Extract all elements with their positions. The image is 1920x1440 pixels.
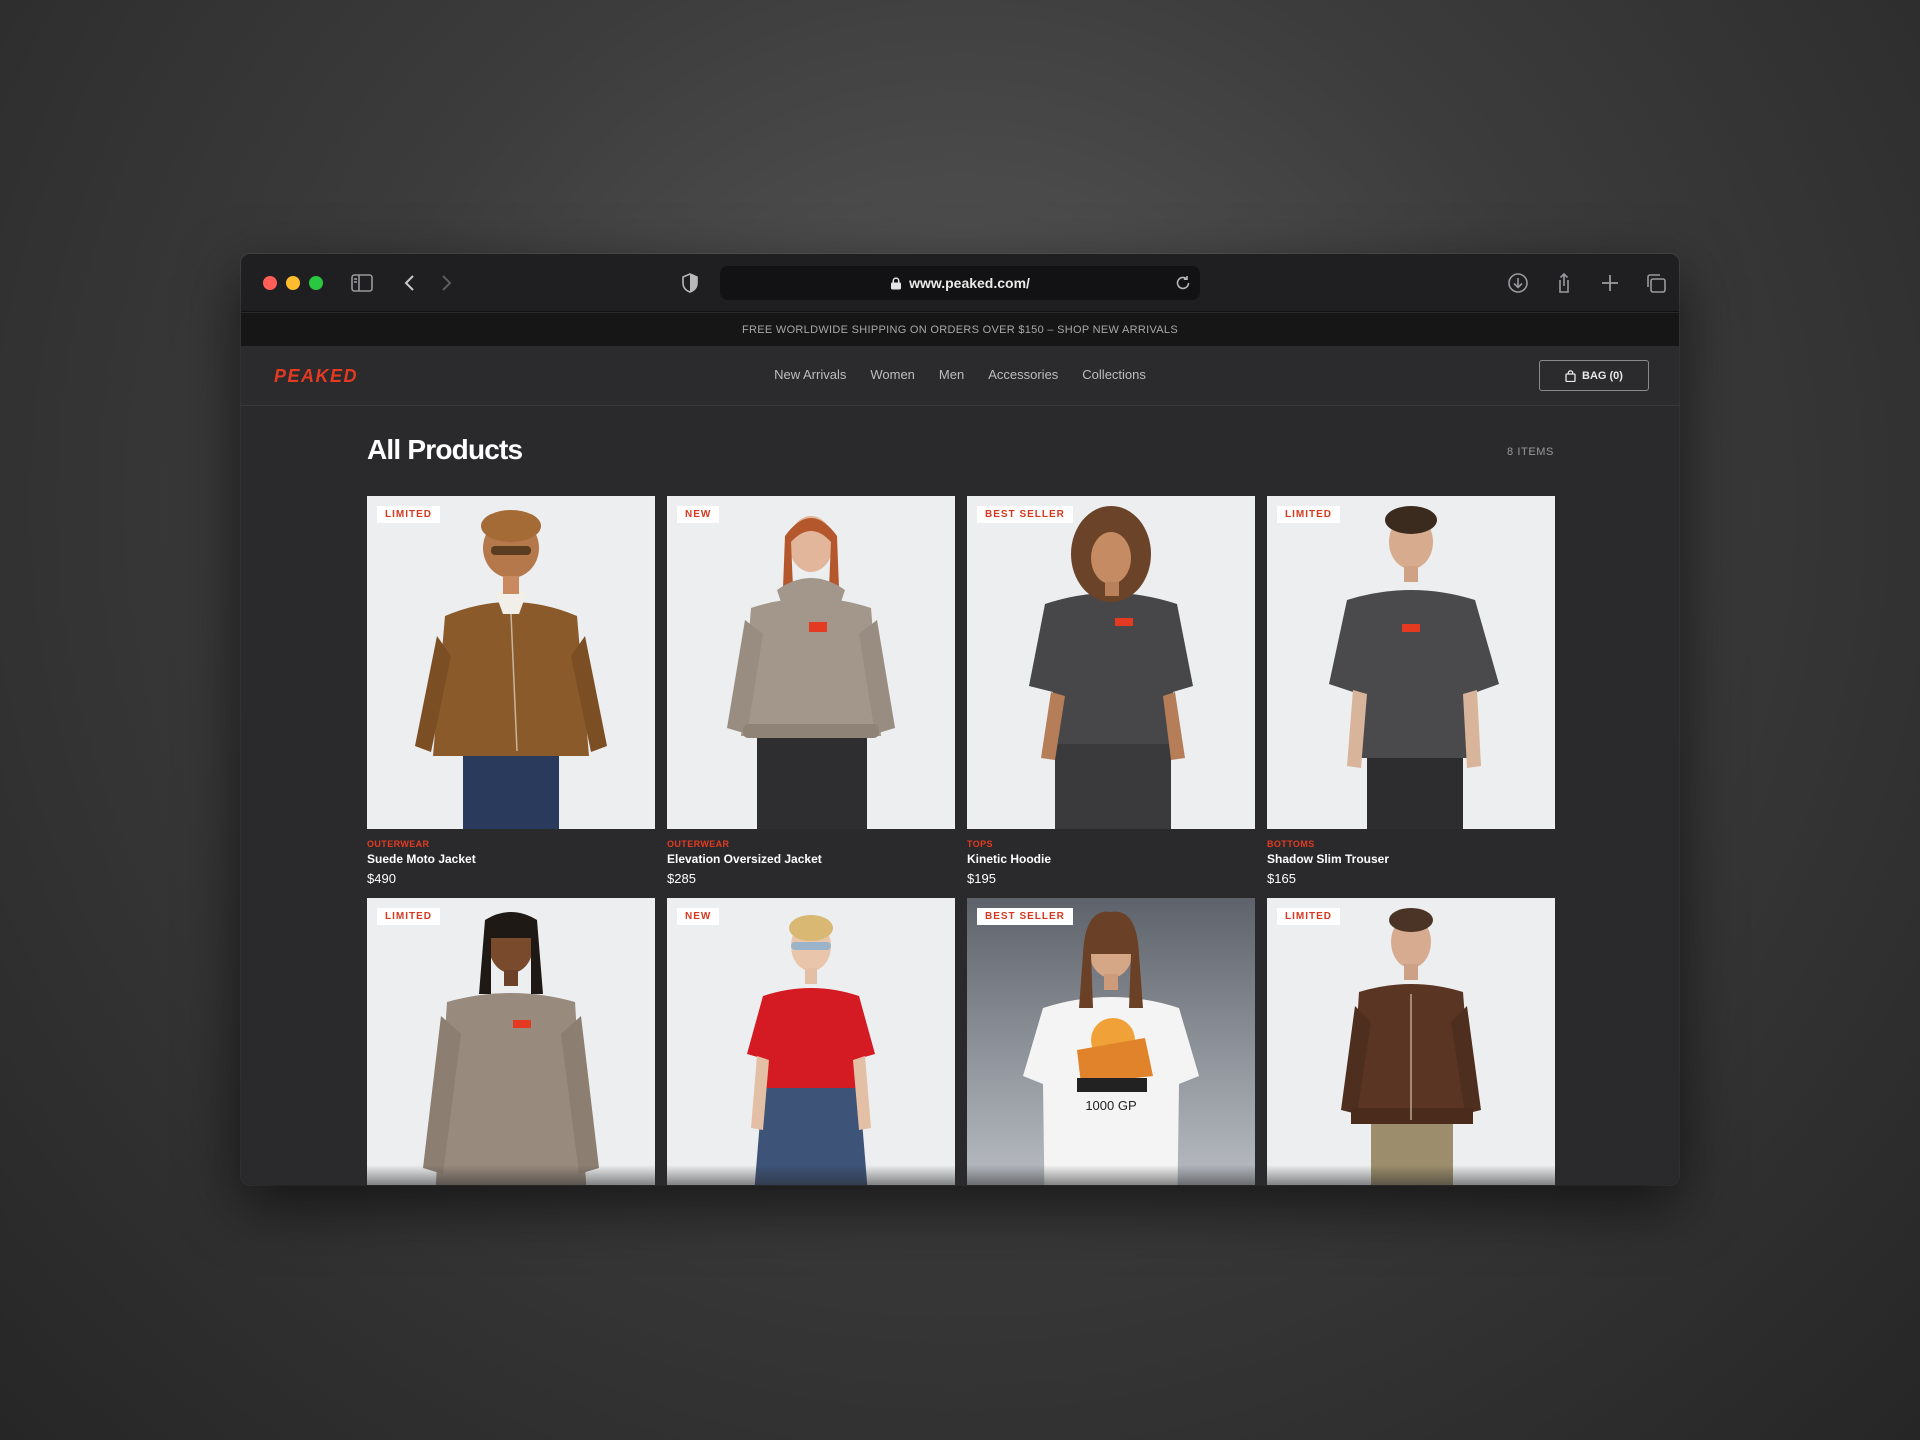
product-badge: NEW: [677, 506, 720, 523]
product-card[interactable]: BEST SELLER TOPS Kinetic Hoodie $195: [967, 496, 1255, 886]
product-listing: All Products 8 ITEMS LIMITED OUTERWEAR S…: [241, 406, 1679, 1185]
tab-overview-icon[interactable]: [1644, 272, 1668, 294]
sweatshirt-model-figure: [367, 898, 655, 1185]
product-name[interactable]: Kinetic Hoodie: [967, 852, 1255, 866]
jacket-model-figure: [367, 496, 655, 829]
address-bar[interactable]: www.peaked.com/: [720, 266, 1200, 300]
leather-jacket-model-figure: [1267, 898, 1555, 1185]
nav-new-arrivals[interactable]: New Arrivals: [774, 367, 846, 382]
forward-arrow-icon[interactable]: [434, 272, 458, 294]
product-badge: LIMITED: [1277, 908, 1340, 925]
main-nav: New Arrivals Women Men Accessories Colle…: [241, 367, 1679, 382]
item-count: 8 ITEMS: [1507, 446, 1554, 458]
product-card[interactable]: LIMITED BOTTOMS Shadow Slim Trouser $165: [1267, 496, 1555, 886]
share-icon[interactable]: [1552, 272, 1576, 294]
product-category: OUTERWEAR: [667, 839, 730, 849]
product-image[interactable]: LIMITED: [1267, 496, 1555, 829]
product-image[interactable]: NEW: [667, 898, 955, 1185]
product-card[interactable]: LIMITED OUTERWEAR Suede Moto Jacket $490: [367, 496, 655, 886]
product-badge: LIMITED: [377, 908, 440, 925]
hoodie-model-figure: [667, 496, 955, 829]
product-price: $490: [367, 871, 396, 886]
product-image[interactable]: NEW: [667, 496, 955, 829]
new-tab-icon[interactable]: [1598, 272, 1622, 294]
nav-women[interactable]: Women: [870, 367, 915, 382]
product-image[interactable]: LIMITED: [367, 496, 655, 829]
page-title: All Products: [367, 434, 523, 465]
bag-icon: [1565, 369, 1576, 382]
product-price: $165: [1267, 871, 1296, 886]
bag-button[interactable]: BAG (0): [1539, 360, 1649, 391]
reload-icon[interactable]: [1174, 274, 1192, 292]
product-card[interactable]: LIMITED: [1267, 898, 1555, 1185]
product-badge: LIMITED: [1277, 506, 1340, 523]
privacy-shield-icon[interactable]: [678, 272, 702, 294]
product-image[interactable]: BEST SELLER: [967, 496, 1255, 829]
nav-collections[interactable]: Collections: [1082, 367, 1146, 382]
downloads-icon[interactable]: [1506, 272, 1530, 294]
url-text: www.peaked.com/: [909, 275, 1030, 291]
product-name[interactable]: Suede Moto Jacket: [367, 852, 655, 866]
bag-label: BAG (0): [1582, 369, 1623, 382]
product-card[interactable]: NEW: [667, 898, 955, 1185]
minimize-window-button[interactable]: [286, 276, 300, 290]
close-window-button[interactable]: [263, 276, 277, 290]
lock-icon: [891, 276, 902, 289]
product-category: TOPS: [967, 839, 993, 849]
browser-window: www.peaked.com/ FREE WORLDWIDE SHIPPING …: [241, 254, 1679, 1185]
browser-toolbar: www.peaked.com/: [241, 254, 1679, 312]
sidebar-toggle-icon[interactable]: [350, 272, 374, 294]
product-image[interactable]: LIMITED: [367, 898, 655, 1185]
product-card[interactable]: NEW OUTERWEAR Elevation Oversized Jacket…: [667, 496, 955, 886]
product-card[interactable]: LIMITED: [367, 898, 655, 1185]
product-image[interactable]: 1000 GP BEST SELLER: [967, 898, 1255, 1185]
trouser-model-figure: [1267, 496, 1555, 829]
nav-accessories[interactable]: Accessories: [988, 367, 1058, 382]
product-category: BOTTOMS: [1267, 839, 1315, 849]
product-badge: NEW: [677, 908, 720, 925]
zoom-window-button[interactable]: [309, 276, 323, 290]
product-price: $285: [667, 871, 696, 886]
product-price: $195: [967, 871, 996, 886]
crop-tee-model-figure: [667, 898, 955, 1185]
product-name[interactable]: Shadow Slim Trouser: [1267, 852, 1555, 866]
product-category: OUTERWEAR: [367, 839, 430, 849]
product-name[interactable]: Elevation Oversized Jacket: [667, 852, 955, 866]
product-card[interactable]: 1000 GP BEST SELLER: [967, 898, 1255, 1185]
graphic-tee-model-figure: 1000 GP: [967, 898, 1255, 1185]
announcement-bar: FREE WORLDWIDE SHIPPING ON ORDERS OVER $…: [241, 313, 1679, 346]
back-arrow-icon[interactable]: [398, 272, 422, 294]
product-image[interactable]: LIMITED: [1267, 898, 1555, 1185]
site-header: PEAKED New Arrivals Women Men Accessorie…: [241, 346, 1679, 406]
nav-men[interactable]: Men: [939, 367, 964, 382]
product-badge: LIMITED: [377, 506, 440, 523]
tee-model-figure: [967, 496, 1255, 829]
product-badge: BEST SELLER: [977, 908, 1073, 925]
product-badge: BEST SELLER: [977, 506, 1073, 523]
svg-text:1000 GP: 1000 GP: [1085, 1098, 1136, 1113]
